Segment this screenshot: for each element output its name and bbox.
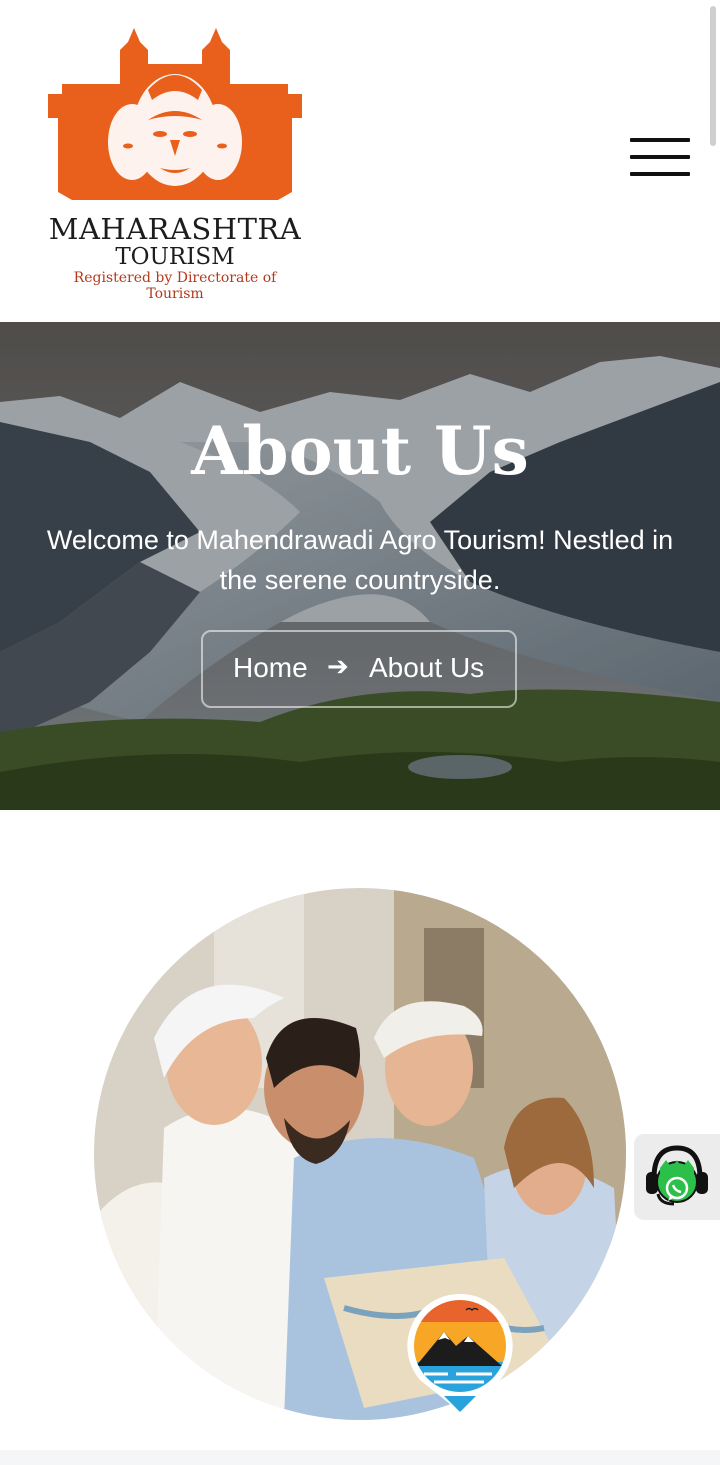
breadcrumb-home-link[interactable]: Home [233,652,308,684]
hamburger-menu-button[interactable] [628,136,692,182]
logo-emblem-icon [48,28,302,200]
hamburger-menu-icon-bar [630,172,690,176]
logo-tagline: Registered by Directorate of Tourism [73,270,277,302]
arrow-right-icon: ➔ [327,652,349,682]
breadcrumb-current: About Us [369,652,485,683]
mountain-pin-icon [404,1292,516,1414]
whatsapp-support-icon [646,1145,708,1206]
whatsapp-support-button[interactable] [634,1134,720,1220]
group-of-travelers-image [94,888,626,1420]
maharashtra-tourism-logo[interactable]: MAHARASHTRA TOURISM Registered by Direct… [44,22,306,302]
page-scrollbar[interactable] [710,6,716,146]
travelers-photo-illustration [94,888,626,1420]
logo-title: MAHARASHTRA [48,212,302,246]
page-title: About Us [191,412,529,490]
next-section-edge [0,1450,720,1465]
hamburger-menu-icon [630,138,690,142]
hamburger-menu-icon-bar [630,155,690,159]
logo-subtitle: TOURISM [115,244,235,270]
breadcrumb: Home ➔ About Us [201,630,517,708]
hero-subtitle: Welcome to Mahendrawadi Agro Tourism! Ne… [46,525,674,595]
site-header: MAHARASHTRA TOURISM Registered by Direct… [0,0,720,322]
